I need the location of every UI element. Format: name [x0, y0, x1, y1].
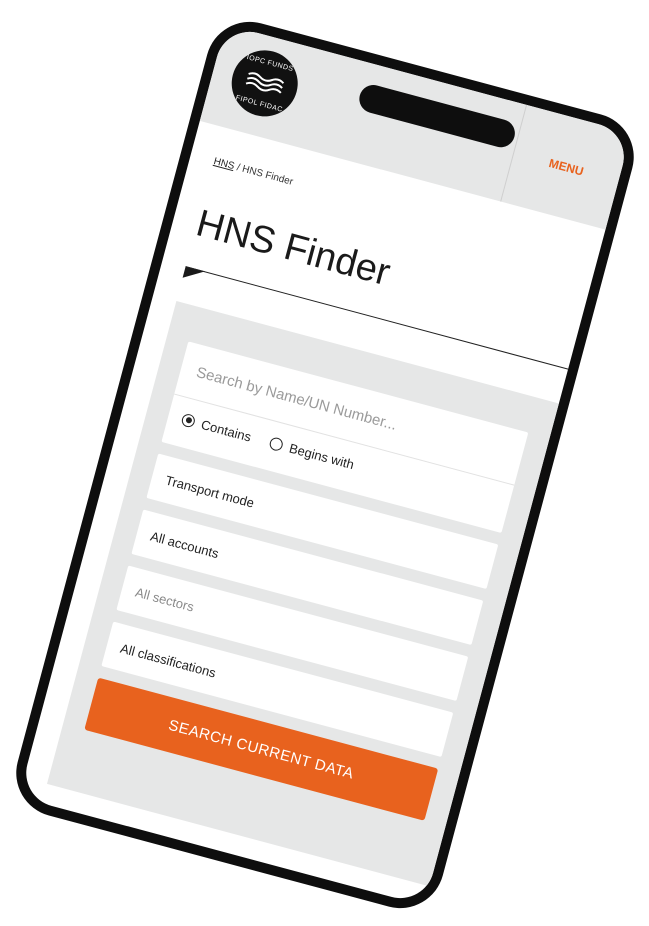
radio-begins-with[interactable]: Begins with — [268, 435, 356, 472]
radio-begins-with-dot[interactable] — [268, 435, 285, 452]
menu-cell: MENU — [500, 104, 632, 230]
breadcrumb-current: HNS Finder — [240, 163, 295, 188]
radio-contains-dot[interactable] — [180, 412, 197, 429]
site-header: IOPC FUNDS FIPOL FIDAC MENU — [199, 24, 632, 230]
breadcrumb: HNS / HNS Finder — [212, 156, 294, 188]
page-title: HNS Finder — [191, 202, 395, 295]
finder-panel: Contains Begins with Transport mode All … — [46, 300, 559, 887]
screen: IOPC FUNDS FIPOL FIDAC MENU HNS / HNS Fi… — [18, 24, 632, 906]
radio-begins-with-label: Begins with — [287, 440, 356, 472]
logo-bottom-text: FIPOL FIDAC — [234, 94, 284, 114]
phone-frame: IOPC FUNDS FIPOL FIDAC MENU HNS / HNS Fi… — [6, 12, 644, 918]
iopc-funds-logo[interactable]: IOPC FUNDS FIPOL FIDAC — [224, 42, 306, 124]
radio-contains[interactable]: Contains — [180, 411, 253, 444]
menu-button[interactable]: MENU — [547, 156, 585, 179]
waves-icon — [245, 72, 285, 94]
breadcrumb-home-link[interactable]: HNS — [212, 156, 235, 172]
radio-contains-label: Contains — [199, 416, 254, 445]
